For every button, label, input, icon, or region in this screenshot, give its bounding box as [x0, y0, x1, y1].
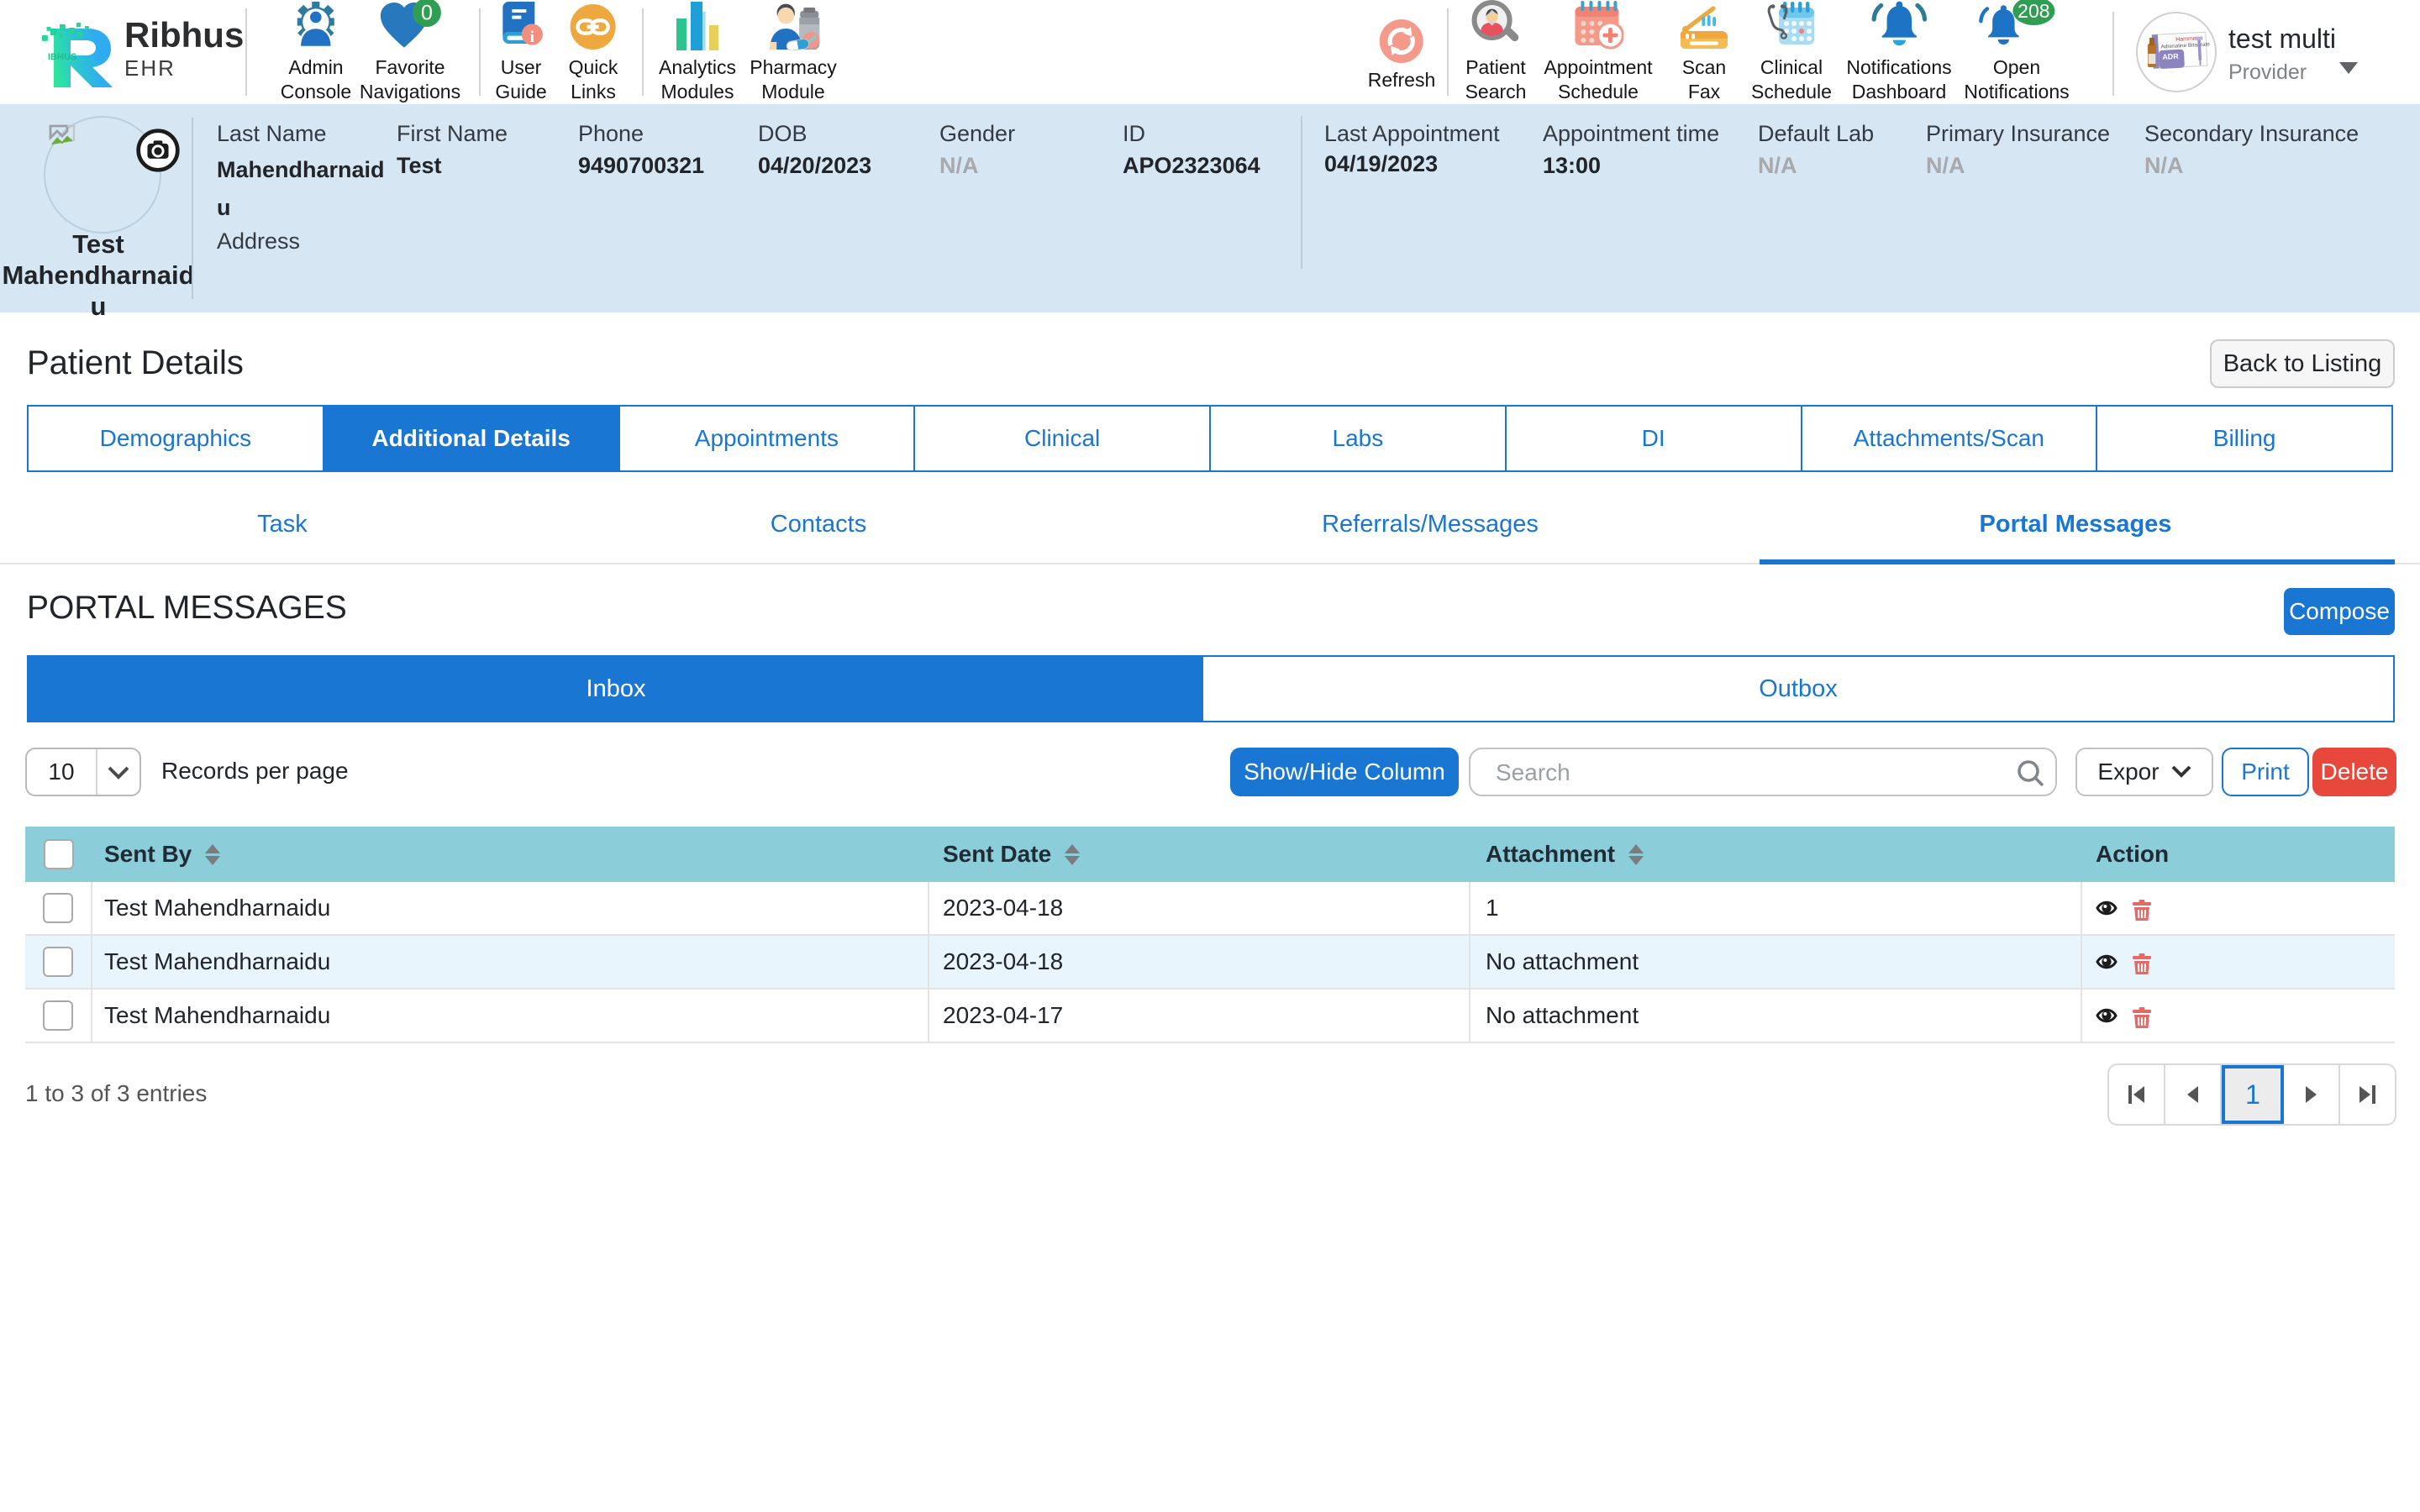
svg-text:IBHUS: IBHUS — [48, 52, 76, 62]
svg-text:ADR: ADR — [2162, 52, 2179, 61]
svg-text:0: 0 — [421, 2, 433, 25]
svg-text:i: i — [529, 29, 534, 46]
svg-text:208: 208 — [2018, 0, 2049, 22]
